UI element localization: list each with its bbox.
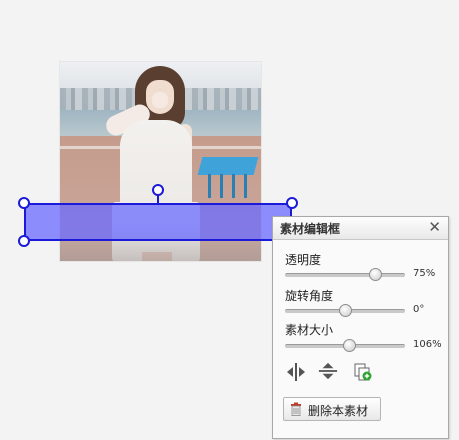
- rotation-slider[interactable]: [285, 304, 405, 317]
- opacity-value: 75%: [413, 268, 436, 279]
- rotation-label: 旋转角度: [285, 289, 334, 303]
- panel-title: 素材编辑框: [280, 222, 341, 236]
- resize-handle-bottom-left[interactable]: [18, 235, 30, 247]
- resize-handle-top-left[interactable]: [18, 197, 30, 209]
- trash-icon: [291, 402, 301, 416]
- delete-material-button[interactable]: 删除本素材: [283, 397, 381, 421]
- size-slider-thumb[interactable]: [342, 339, 356, 352]
- close-icon[interactable]: ✕: [428, 219, 441, 235]
- flip-vertical-icon[interactable]: [317, 361, 339, 381]
- material-edit-panel: 素材编辑框 ✕ 透明度 75% 旋转角度 0° 素材大小 106% 删除本素材: [272, 216, 449, 439]
- resize-handle-top-right[interactable]: [286, 197, 298, 209]
- flip-horizontal-icon[interactable]: [285, 362, 307, 382]
- size-slider[interactable]: [285, 339, 405, 352]
- rotation-slider-thumb[interactable]: [339, 304, 352, 317]
- copy-icon[interactable]: [352, 362, 374, 382]
- opacity-slider[interactable]: [285, 268, 405, 281]
- editor-canvas: 素材编辑框 ✕ 透明度 75% 旋转角度 0° 素材大小 106% 删除本素材: [0, 0, 459, 440]
- rotate-handle[interactable]: [152, 184, 164, 196]
- opacity-label: 透明度: [285, 253, 322, 267]
- selection-box[interactable]: [24, 203, 292, 241]
- size-label: 素材大小: [285, 323, 334, 337]
- size-value: 106%: [413, 339, 442, 350]
- opacity-slider-thumb[interactable]: [369, 268, 382, 281]
- delete-material-label: 删除本素材: [308, 404, 369, 418]
- panel-header: 素材编辑框 ✕: [273, 217, 448, 240]
- rotation-value: 0°: [413, 304, 425, 315]
